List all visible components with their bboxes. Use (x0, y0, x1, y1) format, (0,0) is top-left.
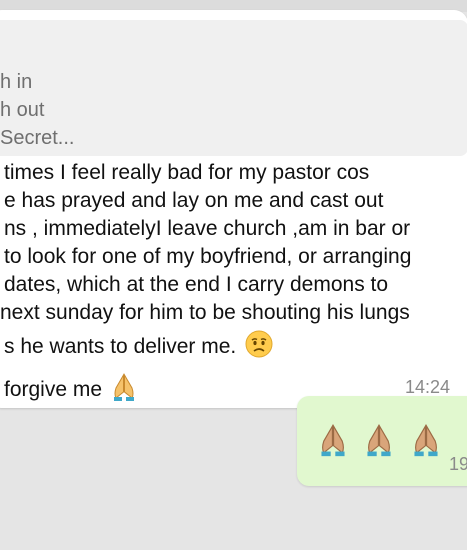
message-text-line: to look for one of my boyfriend, or arra… (4, 245, 412, 268)
message-timestamp: 14:24 (404, 377, 450, 397)
message-timestamp: 19 (449, 454, 467, 474)
outgoing-message-bubble[interactable]: 19 (297, 396, 467, 486)
worried-face-emoji-icon (245, 330, 273, 365)
quoted-text-line: Secret... (0, 127, 75, 149)
message-text-line: dates, which at the end I carry demons t… (4, 273, 389, 296)
folded-hands-emoji-icon (111, 372, 137, 408)
message-closing-line: forgive me (4, 372, 137, 408)
message-text-line: forgive me (4, 378, 103, 402)
quoted-text-line: h out (0, 99, 45, 121)
folded-hands-emoji-icon (364, 422, 394, 463)
message-text-line: e has prayed and lay on me and cast out (4, 189, 384, 212)
message-text-line: s he wants to deliver me. (4, 335, 237, 359)
quoted-text-line: h in (0, 71, 33, 93)
folded-hands-emoji-icon (411, 422, 441, 463)
message-text-line: times I feel really bad for my pastor co… (4, 161, 370, 184)
folded-hands-emoji-icon (318, 422, 348, 463)
message-last-line: s he wants to deliver me. (4, 330, 273, 365)
message-text-line: next sunday for him to be shouting his l… (0, 301, 410, 324)
outgoing-emoji-row (315, 422, 441, 463)
incoming-message-bubble[interactable]: h in h out Secret... times I feel really… (0, 10, 467, 408)
message-text-line: ns , immediatelyI leave church ,am in ba… (4, 217, 411, 240)
quoted-message[interactable]: h in h out Secret... (0, 20, 467, 156)
